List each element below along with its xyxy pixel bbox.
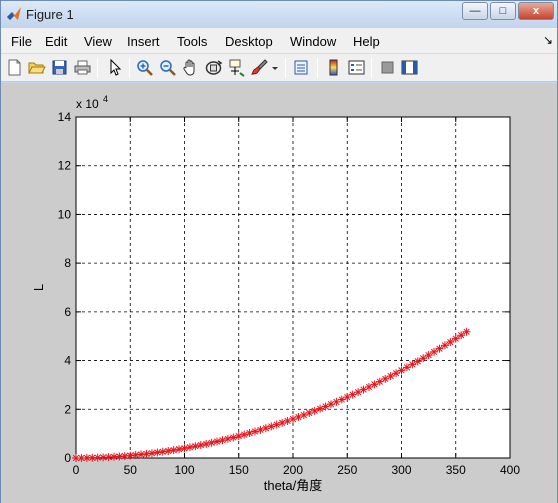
show-plot-tools-icon[interactable] — [400, 58, 419, 77]
close-button[interactable]: x — [518, 2, 554, 20]
toolbar-separator — [97, 58, 98, 78]
link-plot-icon[interactable] — [292, 58, 311, 77]
x-tick-label: 150 — [229, 463, 249, 477]
x-axis-label: theta/角度 — [264, 478, 323, 493]
hide-plot-tools-icon[interactable] — [378, 58, 397, 77]
menu-file[interactable]: File — [11, 34, 32, 49]
menu-window[interactable]: Window — [290, 34, 336, 49]
x-tick-label: 100 — [174, 463, 194, 477]
data-point-star — [256, 425, 265, 434]
figure-toolbar — [1, 54, 557, 82]
data-point-star — [261, 424, 270, 433]
x-tick-label: 250 — [337, 463, 357, 477]
figure-window: Figure 1 — □ x File Edit View Insert Too… — [0, 0, 558, 503]
toolbar-separator — [371, 58, 372, 78]
data-point-star — [457, 331, 466, 340]
data-point-star — [240, 430, 249, 439]
save-icon[interactable] — [50, 58, 69, 77]
toolbar-separator — [317, 58, 318, 78]
data-point-star — [440, 341, 449, 350]
data-point-star — [267, 422, 276, 431]
y-axis-label: L — [31, 284, 46, 291]
y-tick-label: 6 — [64, 305, 71, 319]
data-point-star — [175, 445, 184, 454]
menu-view[interactable]: View — [84, 34, 112, 49]
toolbar-separator — [129, 58, 130, 78]
menu-help[interactable]: Help — [353, 34, 380, 49]
data-point-star — [462, 327, 471, 336]
minimize-button[interactable]: — — [462, 2, 488, 20]
data-point-star — [207, 438, 216, 447]
rotate-3d-icon[interactable] — [204, 58, 223, 77]
y-exponent-power: 4 — [103, 94, 108, 104]
x-tick-label: 300 — [391, 463, 411, 477]
pan-hand-icon[interactable] — [181, 58, 200, 77]
y-tick-label: 4 — [64, 354, 71, 368]
y-tick-label: 8 — [64, 256, 71, 270]
chevron-down-icon[interactable] — [270, 58, 280, 77]
y-tick-label: 0 — [64, 451, 71, 465]
open-file-icon[interactable] — [27, 58, 46, 77]
menu-edit[interactable]: Edit — [45, 34, 67, 49]
data-point-star — [234, 432, 243, 441]
new-figure-icon[interactable] — [5, 58, 24, 77]
figure-canvas: 0 50 100 150 200 250 300 350 400 0 2 4 6 8 10 12 14 x 10 4… — [1, 83, 557, 503]
menu-bar: File Edit View Insert Tools Desktop Wind… — [1, 28, 557, 54]
zoom-out-icon[interactable] — [158, 58, 177, 77]
zoom-in-icon[interactable] — [135, 58, 154, 77]
data-point-star — [180, 444, 189, 453]
maximize-button[interactable]: □ — [490, 2, 516, 20]
x-tick-label: 350 — [446, 463, 466, 477]
toolbar-separator — [285, 58, 286, 78]
y-tick-label: 10 — [58, 207, 72, 221]
y-tick-label: 14 — [58, 110, 72, 124]
colorbar-icon[interactable] — [324, 58, 343, 77]
data-point-star — [451, 334, 460, 343]
print-icon[interactable] — [73, 58, 92, 77]
x-tick-label: 50 — [124, 463, 138, 477]
title-bar[interactable]: Figure 1 — □ x — [1, 1, 557, 28]
brush-icon[interactable] — [250, 58, 269, 77]
data-point-star — [185, 443, 194, 452]
data-point-star — [446, 338, 455, 347]
y-exponent-label: x 10 — [76, 97, 99, 111]
menu-desktop[interactable]: Desktop — [225, 34, 273, 49]
x-tick-label: 0 — [73, 463, 80, 477]
data-point-star — [278, 418, 287, 427]
menu-tools[interactable]: Tools — [177, 34, 207, 49]
x-tick-label: 200 — [283, 463, 303, 477]
data-point-star — [202, 439, 211, 448]
matlab-logo-icon — [7, 7, 21, 20]
data-point-star — [272, 420, 281, 429]
data-point-star — [213, 437, 222, 446]
y-tick-label: 2 — [64, 402, 71, 416]
x-tick-label: 400 — [500, 463, 520, 477]
edit-plot-arrow-icon[interactable] — [105, 58, 124, 77]
menu-insert[interactable]: Insert — [127, 34, 160, 49]
y-tick-label: 12 — [58, 159, 72, 173]
menu-overflow-icon[interactable]: ↘ — [543, 33, 553, 47]
legend-icon[interactable] — [347, 58, 366, 77]
data-point-star — [229, 433, 238, 442]
data-cursor-icon[interactable] — [227, 58, 246, 77]
plot-svg[interactable]: 0 50 100 150 200 250 300 350 400 0 2 4 6 8 10 12 14 x 10 4… — [1, 83, 557, 503]
window-title: Figure 1 — [26, 7, 74, 22]
